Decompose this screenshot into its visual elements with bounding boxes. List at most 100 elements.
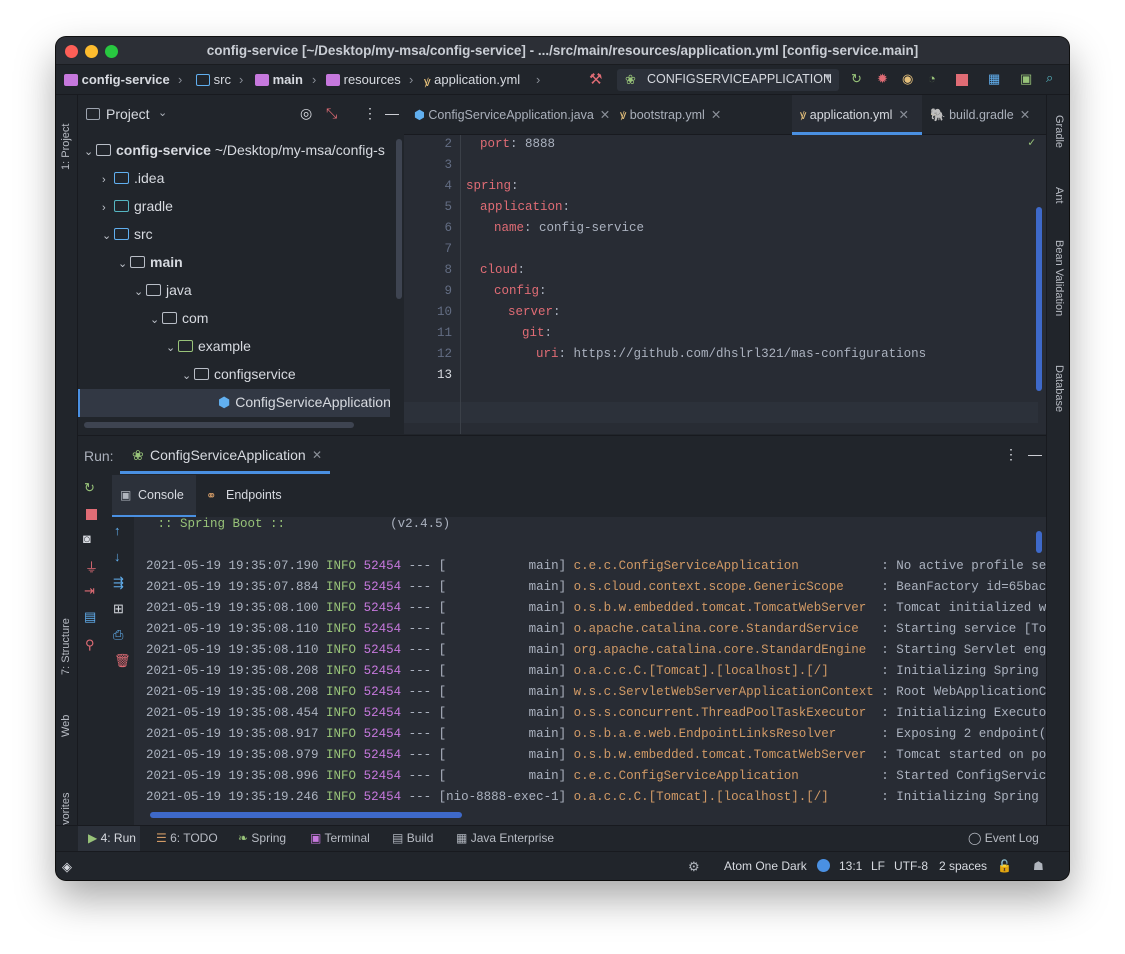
arrow-down-icon[interactable]: ↓	[114, 549, 121, 564]
log-message: : Tomcat started on port(s):	[881, 748, 1046, 762]
collapse-all-icon[interactable]: ⤡	[326, 105, 337, 122]
code-editor[interactable]: ✓ 2 port: 8888 3 4 spring: 5 application…	[404, 135, 1046, 434]
code-line: port: 8888	[480, 137, 556, 151]
rerun-icon[interactable]: ↻	[851, 71, 862, 87]
web-tool-tab[interactable]: Web	[60, 715, 72, 737]
more-options-icon[interactable]: ⋮	[1004, 446, 1018, 463]
project-structure-icon[interactable]: ▦	[988, 71, 1000, 87]
tool-event-log[interactable]: ◯ Event Log	[968, 831, 1039, 845]
layout-icon[interactable]: ▤	[84, 609, 96, 625]
tool-todo[interactable]: ☰ 6: TODO	[156, 831, 218, 845]
layers-icon[interactable]: ◈	[62, 859, 72, 875]
terminal-icon[interactable]: ▣	[1020, 71, 1032, 87]
bean-validation-tool-tab[interactable]: Bean Validation	[1053, 240, 1065, 316]
structure-tool-tab[interactable]: 7: Structure	[60, 618, 72, 675]
pin-icon[interactable]: ⚲	[85, 637, 95, 653]
tree-item-com[interactable]: ⌄ com	[150, 307, 208, 329]
more-options-icon[interactable]: ⋮	[363, 105, 377, 122]
horizontal-scrollbar[interactable]	[84, 422, 354, 428]
tool-spring[interactable]: ❧ Spring	[238, 831, 286, 845]
close-tab-icon[interactable]: ✕	[312, 448, 322, 462]
breadcrumb-resources[interactable]: resources	[326, 72, 401, 87]
tree-item-java[interactable]: ⌄ java	[134, 279, 192, 301]
locate-target-icon[interactable]: ◎	[300, 105, 312, 122]
file-encoding[interactable]: UTF-8	[894, 859, 928, 873]
console-vertical-scrollbar[interactable]	[1036, 531, 1042, 553]
tree-item-main[interactable]: ⌄ main	[118, 251, 183, 273]
close-tab-icon[interactable]: ✕	[1020, 108, 1030, 122]
hammer-build-icon[interactable]: ⚒	[589, 70, 602, 88]
close-tab-icon[interactable]: ✕	[898, 108, 908, 122]
tool-terminal[interactable]: ▣ Terminal	[310, 831, 370, 845]
scroll-to-end-icon[interactable]: ⊞	[113, 601, 124, 617]
console-horizontal-scrollbar[interactable]	[150, 812, 462, 818]
resources-folder-icon	[326, 74, 340, 86]
trash-icon[interactable]: 🗑	[114, 653, 131, 669]
gradle-tool-tab[interactable]: Gradle	[1053, 115, 1065, 148]
print-icon[interactable]: ⎙	[113, 627, 123, 643]
line-separator[interactable]: LF	[871, 859, 885, 873]
tree-item-configservice[interactable]: ⌄ configservice	[182, 363, 296, 385]
tool-java-enterprise[interactable]: ▦ Java Enterprise	[456, 831, 554, 845]
tree-item-gradle[interactable]: › gradle	[102, 195, 173, 217]
tool-build[interactable]: ▤ Build	[392, 831, 433, 845]
close-tab-icon[interactable]: ✕	[711, 108, 721, 122]
breadcrumb-main[interactable]: main	[255, 72, 303, 87]
rerun-icon[interactable]: ↻	[84, 480, 95, 496]
tree-item-configserviceapplication[interactable]: ⬢ ConfigServiceApplication	[218, 391, 391, 413]
plug-icon[interactable]: ⏚	[85, 557, 98, 576]
window-title: config-service [~/Desktop/my-msa/config-…	[206, 43, 919, 58]
vertical-scrollbar[interactable]	[396, 139, 402, 299]
tab-configserviceapplication-java[interactable]: ⬢ ConfigServiceApplication.java ✕	[414, 95, 610, 135]
soft-wrap-icon[interactable]: ⇶	[113, 575, 124, 591]
project-view-selector[interactable]: Project	[106, 106, 150, 122]
tool-run[interactable]: ▶ 4: Run	[88, 831, 136, 845]
log-thread: [ main]	[438, 727, 567, 741]
hide-panel-icon[interactable]: —	[385, 105, 399, 121]
run-config-tab[interactable]: ❀ ConfigServiceApplication ✕	[120, 436, 330, 474]
log-pid: 52454	[363, 580, 402, 594]
settings-gear-icon[interactable]: ⚙	[688, 859, 700, 875]
caret-position[interactable]: 13:1	[839, 859, 862, 873]
breadcrumb-src[interactable]: src	[196, 72, 231, 87]
tab-build-gradle[interactable]: 🐘 build.gradle ✕	[930, 95, 1030, 135]
chevron-down-icon: ⌄	[134, 286, 144, 298]
camera-icon[interactable]: ◙	[83, 531, 91, 546]
breadcrumb-project[interactable]: config-service	[64, 72, 170, 87]
ant-tool-tab[interactable]: Ant	[1053, 187, 1065, 204]
close-tab-icon[interactable]: ✕	[600, 108, 610, 122]
editor-scrollbar[interactable]	[1036, 207, 1042, 391]
console-output[interactable]: :: Spring Boot :: (v2.4.5) 2021-05-19 19…	[134, 517, 1046, 825]
lock-icon[interactable]: 🔓	[997, 859, 1012, 873]
indent-setting[interactable]: 2 spaces	[939, 859, 987, 873]
arrow-up-icon[interactable]: ↑	[114, 523, 121, 538]
line-number: 6	[444, 221, 452, 235]
tab-application-yml[interactable]: ꝟ application.yml ✕	[792, 95, 922, 135]
minimize-window-button[interactable]	[85, 45, 98, 58]
theme-name[interactable]: Atom One Dark	[724, 859, 807, 873]
tree-item-idea[interactable]: › .idea	[102, 167, 164, 189]
run-configuration-selector[interactable]: ❀ CONFIGSERVICEAPPLICATION ▼	[617, 69, 839, 91]
hide-panel-icon[interactable]: —	[1028, 446, 1042, 462]
exit-icon[interactable]: ⇥	[84, 583, 95, 599]
log-timestamp: 2021-05-19 19:35:08.208	[146, 664, 319, 678]
inspector-icon[interactable]: ☗	[1033, 859, 1044, 873]
console-tab[interactable]: ▣ Console	[112, 475, 196, 517]
debug-bug-icon[interactable]: ✹	[877, 71, 888, 87]
chevron-down-icon: ⌄	[166, 342, 176, 354]
profiler-icon[interactable]: ◔	[928, 71, 936, 86]
breadcrumb-file[interactable]: ꝟ application.yml	[424, 72, 520, 90]
database-tool-tab[interactable]: Database	[1053, 365, 1065, 412]
tab-bootstrap-yml[interactable]: ꝟ bootstrap.yml ✕	[620, 95, 721, 135]
run-with-coverage-icon[interactable]: ◉	[902, 71, 913, 87]
stop-icon[interactable]	[86, 509, 97, 520]
project-tool-tab[interactable]: 1: Project	[60, 124, 72, 170]
search-icon[interactable]: ⌕	[1046, 70, 1053, 86]
close-window-button[interactable]	[65, 45, 78, 58]
tree-item-src[interactable]: ⌄ src	[102, 223, 153, 245]
tree-item-root[interactable]: ⌄ config-service ~/Desktop/my-msa/config-…	[84, 139, 385, 161]
chevron-down-icon[interactable]: ⌄	[158, 106, 167, 119]
tree-item-example[interactable]: ⌄ example	[166, 335, 251, 357]
zoom-window-button[interactable]	[105, 45, 118, 58]
stop-icon[interactable]	[956, 74, 968, 86]
